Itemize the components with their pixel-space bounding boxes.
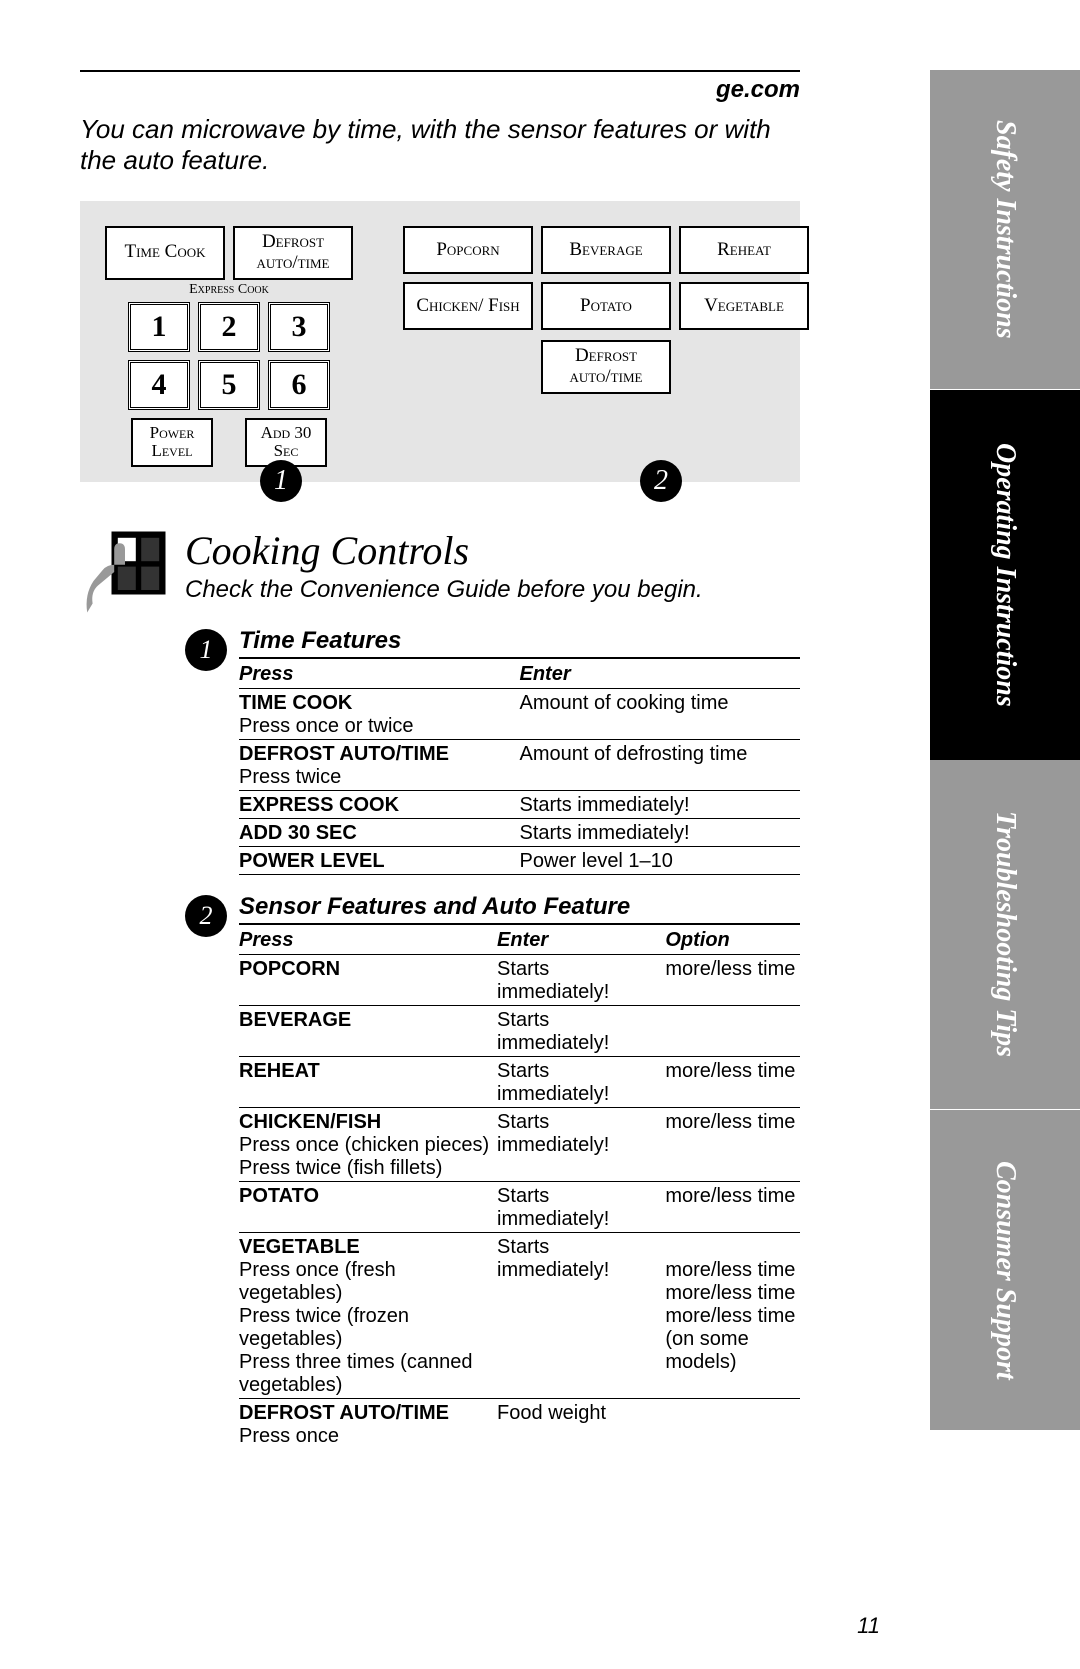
hand-press-icon: [80, 527, 170, 617]
keypad-1: 1: [128, 302, 190, 352]
reheat-button: Reheat: [679, 226, 809, 274]
tab-operating[interactable]: Operating Instructions: [930, 390, 1080, 760]
popcorn-button: Popcorn: [403, 226, 533, 274]
callout-1: 1: [260, 460, 302, 502]
time-features-table: PressEnter TIME COOKPress once or twiceA…: [239, 661, 800, 875]
page-number: 11: [857, 1613, 880, 1639]
potato-button: Potato: [541, 282, 671, 330]
time-features-heading: Time Features: [239, 627, 800, 659]
keypad-5: 5: [198, 360, 260, 410]
website-link: ge.com: [80, 76, 800, 114]
side-tabs: Safety Instructions Operating Instructio…: [930, 70, 1080, 1570]
express-cook-label: Express Cook: [105, 282, 353, 298]
tab-safety[interactable]: Safety Instructions: [930, 70, 1080, 390]
sensor-features-table: PressEnterOption POPCORNStarts immediate…: [239, 927, 800, 1449]
keypad-2: 2: [198, 302, 260, 352]
chicken-fish-button: Chicken/ Fish: [403, 282, 533, 330]
keypad-4: 4: [128, 360, 190, 410]
power-level-button: Power Level: [131, 418, 213, 467]
keypad-3: 3: [268, 302, 330, 352]
sensor-features-heading: Sensor Features and Auto Feature: [239, 893, 800, 925]
defrost-button: Defrost auto/time: [233, 226, 353, 280]
defrost-auto-button-2: Defrost auto/time: [541, 340, 671, 394]
time-cook-button: Time Cook: [105, 226, 225, 280]
tab-consumer[interactable]: Consumer Support: [930, 1110, 1080, 1430]
callout-2: 2: [640, 460, 682, 502]
tab-troubleshooting[interactable]: Troubleshooting Tips: [930, 760, 1080, 1110]
control-panel-diagram: Time Cook Defrost auto/time Express Cook…: [80, 201, 800, 482]
section-subtitle: Check the Convenience Guide before you b…: [185, 576, 703, 604]
section-title: Cooking Controls: [185, 527, 703, 574]
feature-num-2: 2: [185, 895, 227, 937]
beverage-button: Beverage: [541, 226, 671, 274]
feature-num-1: 1: [185, 629, 227, 671]
vegetable-button: Vegetable: [679, 282, 809, 330]
keypad-6: 6: [268, 360, 330, 410]
intro-text: You can microwave by time, with the sens…: [80, 114, 800, 176]
